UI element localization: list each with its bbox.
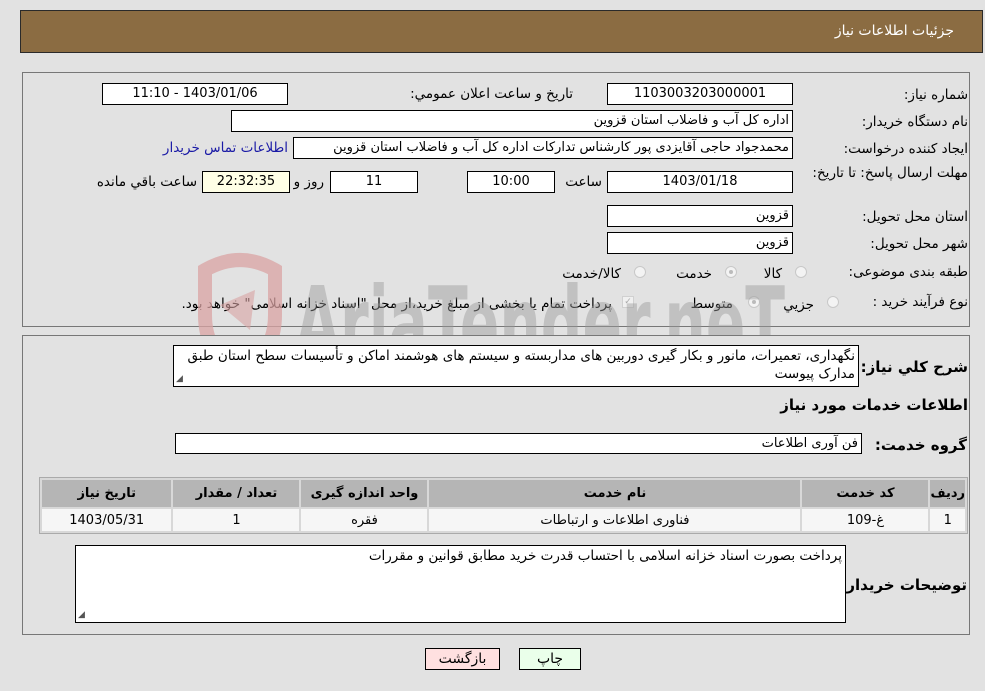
col-row-number: ردیف	[930, 480, 965, 507]
cell-service-name: فناوری اطلاعات و ارتباطات	[429, 509, 801, 531]
category-option-goods-service: کالا/خدمت	[562, 266, 621, 282]
col-quantity: تعداد / مقدار	[173, 480, 300, 507]
need-number-label: شماره نیاز:	[903, 87, 968, 103]
cell-row-number: 1	[930, 509, 965, 531]
service-group-field: فن آوری اطلاعات	[175, 433, 862, 454]
province-label: استان محل تحویل:	[862, 209, 968, 225]
buyer-notes-textarea[interactable]: پرداخت بصورت اسناد خزانه اسلامی با احتسا…	[75, 545, 846, 623]
service-group-label: گروه خدمت:	[874, 436, 967, 454]
description-textarea[interactable]: نگهداری، تعمیرات، مانور و بکار گیری دورب…	[173, 345, 859, 387]
page-title: جزئیات اطلاعات نیاز	[834, 23, 954, 39]
treasury-checkbox[interactable]: ✓	[622, 296, 634, 308]
deadline-date-field: 1403/01/18	[607, 171, 793, 193]
services-table: ردیف کد خدمت نام خدمت واحد اندازه گیری ت…	[39, 477, 968, 534]
buyer-contact-link[interactable]: اطلاعات تماس خریدار	[163, 140, 288, 156]
table-header-row: ردیف کد خدمت نام خدمت واحد اندازه گیری ت…	[42, 480, 965, 507]
col-service-name: نام خدمت	[429, 480, 801, 507]
creator-field: محمدجواد حاجی آقایزدی پور کارشناس تدارکا…	[293, 137, 793, 159]
treasury-note: پرداخت تمام یا بخشی از مبلغ خرید،از محل …	[181, 296, 612, 312]
category-radio-goods[interactable]	[795, 266, 807, 278]
category-option-service: خدمت	[676, 266, 712, 282]
description-label: شرح کلي نياز:	[860, 358, 968, 376]
process-option-medium: متوسط	[690, 296, 733, 312]
province-field: قزوین	[607, 205, 793, 227]
city-field: قزوین	[607, 232, 793, 254]
deadline-time-field: 10:00	[467, 171, 555, 193]
days-remaining-field: 11	[330, 171, 418, 193]
announce-date-label: تاریخ و ساعت اعلان عمومي:	[410, 86, 573, 102]
time-remaining-field: 22:32:35	[202, 171, 290, 193]
buyer-org-label: نام دستگاه خريدار:	[861, 114, 968, 130]
back-button[interactable]: بازگشت	[425, 648, 500, 670]
cell-unit: فقره	[301, 509, 428, 531]
page-header: جزئیات اطلاعات نیاز	[20, 10, 983, 53]
col-unit: واحد اندازه گیری	[301, 480, 428, 507]
deadline-label: مهلت ارسال پاسخ: تا تاریخ:	[812, 165, 968, 181]
print-button[interactable]: چاپ	[519, 648, 581, 670]
table-row: 1 غ-109 فناوری اطلاعات و ارتباطات فقره 1…	[42, 509, 965, 531]
cell-need-date: 1403/05/31	[42, 509, 172, 531]
days-label: روز و	[293, 174, 324, 190]
category-radio-goods-service[interactable]	[634, 266, 646, 278]
need-number-field: 1103003203000001	[607, 83, 793, 105]
category-label: طبقه بندی موضوعی:	[848, 264, 968, 280]
cell-service-code: غ-109	[802, 509, 929, 531]
resize-grip-icon[interactable]: ◢	[176, 374, 183, 384]
process-option-partial: جزیي	[783, 297, 814, 313]
city-label: شهر محل تحویل:	[870, 236, 968, 252]
process-radio-partial[interactable]	[827, 296, 839, 308]
category-radio-service[interactable]	[725, 266, 737, 278]
category-option-goods: کالا	[763, 266, 782, 282]
col-service-code: کد خدمت	[802, 480, 929, 507]
announce-date-field: 1403/01/06 - 11:10	[102, 83, 288, 105]
services-section-title: اطلاعات خدمات مورد نیاز	[780, 396, 968, 414]
process-label: نوع فرآیند خرید :	[872, 294, 968, 310]
resize-grip-icon[interactable]: ◢	[78, 610, 85, 620]
col-need-date: تاریخ نیاز	[42, 480, 172, 507]
buyer-org-field: اداره کل آب و فاضلاب استان قزوین	[231, 110, 793, 132]
time-remaining-label: ساعت باقي مانده	[96, 174, 197, 190]
deadline-time-label: ساعت	[565, 174, 602, 190]
buyer-notes-label: توضیحات خریدار:	[840, 576, 967, 594]
cell-quantity: 1	[173, 509, 300, 531]
process-radio-medium[interactable]	[748, 296, 760, 308]
creator-label: ایجاد کننده درخواست:	[843, 141, 968, 157]
